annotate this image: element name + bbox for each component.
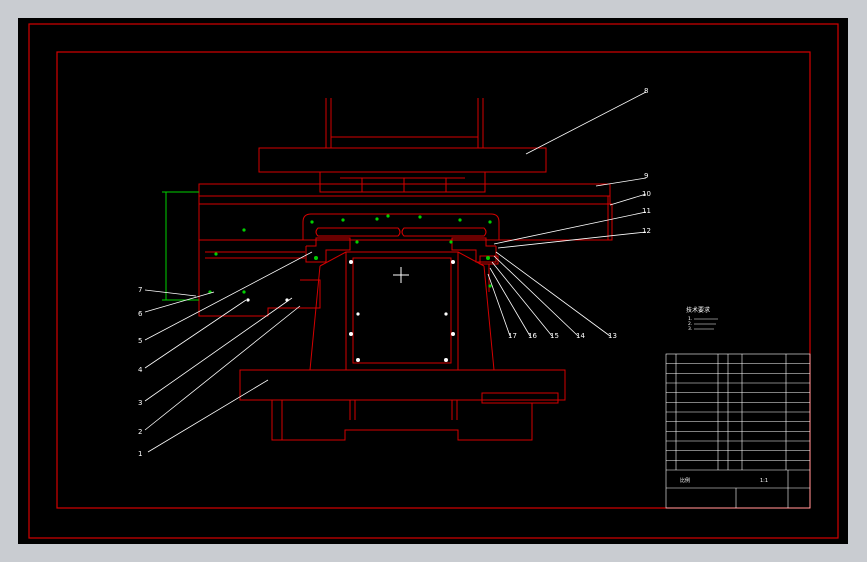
part-number: 15 (550, 332, 559, 340)
part-number: 5 (138, 337, 142, 345)
part-number: 11 (642, 207, 651, 215)
part-number: 17 (508, 332, 517, 340)
part-number: 9 (644, 172, 648, 180)
part-number: 2 (138, 428, 142, 436)
part-number: 4 (138, 366, 143, 374)
notes-title: 技术要求 (686, 306, 710, 314)
part-number: 3 (138, 399, 142, 407)
part-number: 8 (644, 87, 648, 95)
scale-label: 比例 (680, 477, 690, 484)
drawing-background (18, 18, 848, 544)
cad-drawing-viewport: 1 2 3 4 5 6 7 8 9 10 11 12 13 14 15 16 1… (18, 18, 848, 544)
part-number: 1 (138, 450, 142, 458)
notes-line: 3. (688, 326, 692, 332)
part-number: 10 (642, 190, 651, 198)
part-number: 6 (138, 310, 143, 318)
part-number: 7 (138, 286, 142, 294)
scale-value: 1:1 (760, 478, 768, 484)
part-number: 13 (608, 332, 617, 340)
part-number: 12 (642, 227, 651, 235)
part-number: 16 (528, 332, 537, 340)
part-number: 14 (576, 332, 585, 340)
